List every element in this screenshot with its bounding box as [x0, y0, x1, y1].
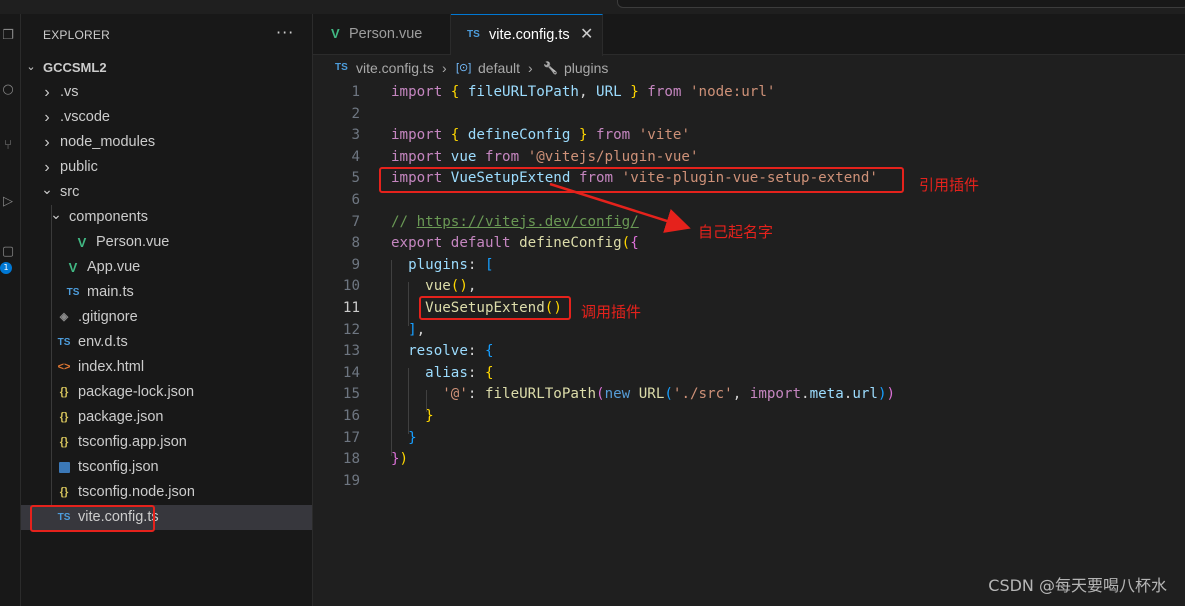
tree-item[interactable]: › .vs [21, 80, 312, 105]
tree-item-label: .vs [60, 84, 79, 100]
annotation-custom-name: 自己起名字 [698, 223, 774, 241]
tree-item-label: components [69, 209, 148, 225]
workspace-root[interactable]: ⌄ GCCSML2 [21, 55, 312, 80]
tree-item[interactable]: {} tsconfig.app.json [21, 430, 312, 455]
tree-item[interactable]: {} tsconfig.node.json [21, 480, 312, 505]
tree-item[interactable]: › node_modules [21, 130, 312, 155]
more-actions-icon[interactable]: ··· [276, 23, 294, 42]
tree-item[interactable]: › public [21, 155, 312, 180]
tree-item-label: App.vue [87, 259, 141, 275]
chevron-right-icon: › [44, 109, 50, 126]
vue-file-icon: V [68, 260, 78, 275]
activity-bar: ❐ ○ ⑂ ▷ ▢ 1 [0, 14, 21, 606]
annotation-import-plugin: 引用插件 [919, 176, 980, 194]
html-file-icon: <> [57, 361, 71, 373]
json-file-icon: {} [59, 486, 69, 498]
vue-file-icon: V [77, 235, 87, 250]
tree-item[interactable]: › .vscode [21, 105, 312, 130]
tree-item[interactable]: tsconfig.json [21, 455, 312, 480]
tree-item-label: package.json [78, 409, 164, 425]
explorer-title: EXPLORER [43, 28, 110, 42]
command-center[interactable] [617, 0, 1185, 8]
tree-item-label: main.ts [87, 284, 134, 300]
highlight-box-vite-config [30, 505, 155, 532]
ts-file-icon: TS [66, 287, 80, 298]
ts-file-icon: TS [57, 337, 71, 348]
watermark: CSDN @每天要喝八杯水 [988, 576, 1167, 595]
tree-item-label: src [60, 184, 80, 200]
annotation-arrow [549, 182, 691, 233]
json-file-icon: {} [59, 386, 69, 398]
tree-item[interactable]: V App.vue [21, 255, 312, 280]
json-file-icon: {} [59, 411, 69, 423]
indent-guide [51, 205, 52, 505]
tree-item-label: tsconfig.node.json [78, 484, 195, 500]
tree-item[interactable]: TS main.ts [21, 280, 312, 305]
chevron-right-icon: › [44, 84, 50, 101]
annotation-call-plugin: 调用插件 [581, 303, 642, 321]
tree-item[interactable]: <> index.html [21, 355, 312, 380]
tree-item-label: package-lock.json [78, 384, 195, 400]
tsconfig-file-icon [56, 455, 72, 483]
explorer-icon[interactable]: ❐ [0, 28, 16, 44]
tree-item-label: tsconfig.json [78, 459, 159, 475]
tree-item-label: tsconfig.app.json [78, 434, 187, 450]
extensions-icon[interactable]: ▢ [0, 244, 16, 260]
tree-item-label: Person.vue [96, 234, 170, 250]
chevron-right-icon: › [44, 159, 50, 176]
tree-item[interactable]: ⌄ components [21, 205, 312, 230]
title-bar [0, 0, 1185, 14]
tree-item-label: node_modules [60, 134, 156, 150]
tree-item[interactable]: ◈ .gitignore [21, 305, 312, 330]
tree-item[interactable]: TS env.d.ts [21, 330, 312, 355]
extensions-badge: 1 [0, 262, 12, 274]
tree-item-label: env.d.ts [78, 334, 128, 350]
run-debug-icon[interactable]: ▷ [0, 194, 16, 210]
vscode-window: ❐ ○ ⑂ ▷ ▢ 1 EXPLORER ··· ⌄ GCCSML2 › .vs ›… [0, 0, 1185, 606]
tree-item[interactable]: V Person.vue [21, 230, 312, 255]
chevron-down-icon: ⌄ [41, 181, 53, 197]
source-control-icon[interactable]: ⑂ [0, 138, 16, 154]
json-file-icon: {} [59, 436, 69, 448]
workspace-root-label: GCCSML2 [43, 60, 107, 75]
tree-item[interactable]: {} package-lock.json [21, 380, 312, 405]
tree-item[interactable]: {} package.json [21, 405, 312, 430]
tree-item-label: public [60, 159, 98, 175]
chevron-right-icon: › [44, 134, 50, 151]
tree-item-label: index.html [78, 359, 145, 375]
tree-item[interactable]: ⌄ src [21, 180, 312, 205]
search-icon[interactable]: ○ [0, 82, 16, 98]
chevron-down-icon: ⌄ [26, 61, 36, 73]
git-file-icon: ◈ [59, 311, 69, 323]
tree-item-label: .vscode [60, 109, 110, 125]
editor-area: V Person.vue TS vite.config.ts ✕ TS vite… [313, 14, 1185, 606]
tree-item-label: .gitignore [78, 309, 138, 325]
